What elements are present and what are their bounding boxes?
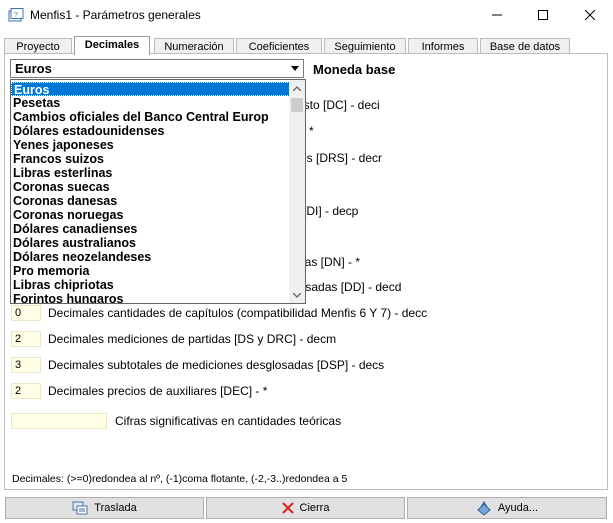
dropdown-option[interactable]: Libras chipriotas xyxy=(11,278,290,292)
currency-dropdown-list[interactable]: Euros Pesetas Cambios oficiales del Banc… xyxy=(10,79,306,304)
currency-dropdown-button[interactable] xyxy=(287,60,303,77)
chevron-down-icon xyxy=(291,66,299,71)
dropdown-option[interactable]: Dólares neozelandeses xyxy=(11,250,290,264)
decc-field[interactable]: 0 xyxy=(11,305,41,321)
tab-coeficientes[interactable]: Coeficientes xyxy=(236,38,322,54)
dropdown-option[interactable]: Coronas danesas xyxy=(11,194,290,208)
partial-label-drs: sos [DRS] - decr xyxy=(294,151,383,165)
ayuda-label: Ayuda... xyxy=(497,502,539,514)
maximize-icon xyxy=(538,10,548,20)
dropdown-option[interactable]: Cambios oficiales del Banco Central Euro… xyxy=(11,110,290,124)
scroll-down-button[interactable] xyxy=(289,287,305,303)
partial-label-dn: das [DN] - * xyxy=(298,255,361,269)
dropdown-option[interactable]: Yenes japoneses xyxy=(11,138,290,152)
dec-label: Decimales precios de auxiliares [DEC] - … xyxy=(48,384,268,398)
currency-select[interactable]: Euros xyxy=(10,59,304,78)
decm-field[interactable]: 2 xyxy=(11,331,41,347)
dropdown-option[interactable]: Dólares australianos xyxy=(11,236,290,250)
dropdown-option[interactable]: Forintos hungaros xyxy=(11,292,290,303)
dropdown-option[interactable]: Pro memoria xyxy=(11,264,290,278)
traslada-button[interactable]: Traslada xyxy=(5,497,204,519)
maximize-button[interactable] xyxy=(520,0,566,30)
tab-seguimiento[interactable]: Seguimiento xyxy=(324,38,406,54)
tab-strip: Proyecto Decimales Numeración Coeficient… xyxy=(4,36,609,55)
tab-informes[interactable]: Informes xyxy=(408,38,478,54)
minimize-button[interactable] xyxy=(474,0,520,30)
dec-field[interactable]: 2 xyxy=(11,383,41,399)
dropdown-option[interactable]: Libras esterlinas xyxy=(11,166,290,180)
scroll-up-button[interactable] xyxy=(289,80,305,96)
decm-label: Decimales mediciones de partidas [DS y D… xyxy=(48,332,337,346)
decs-field[interactable]: 3 xyxy=(11,357,41,373)
currency-selected-value: Euros xyxy=(15,61,52,76)
partial-label-di: [DI] - decp xyxy=(303,204,359,218)
significant-figures-label: Cifras significativas en cantidades teór… xyxy=(115,414,342,428)
close-icon xyxy=(585,10,595,20)
currency-label: Moneda base xyxy=(313,62,396,77)
partial-label-2: * xyxy=(309,124,314,138)
decs-label: Decimales subtotales de mediciones desgl… xyxy=(48,358,385,372)
dropdown-option[interactable]: Coronas suecas xyxy=(11,180,290,194)
svg-text:?: ? xyxy=(14,12,18,19)
traslada-label: Traslada xyxy=(94,502,137,514)
dropdown-option[interactable]: Francos suizos xyxy=(11,152,290,166)
dropdown-option[interactable]: Dólares canadienses xyxy=(11,222,290,236)
chevron-up-icon xyxy=(293,85,301,91)
tab-numeracion[interactable]: Numeración xyxy=(154,38,234,54)
transfer-icon xyxy=(72,501,88,515)
window-title: Menfis1 - Parámetros generales xyxy=(30,8,201,22)
title-bar: ? Menfis1 - Parámetros generales xyxy=(0,0,613,30)
close-x-icon xyxy=(281,502,294,514)
cierra-label: Cierra xyxy=(299,502,330,514)
scrollbar-thumb[interactable] xyxy=(291,98,303,112)
close-button[interactable] xyxy=(567,0,613,30)
chevron-down-icon xyxy=(293,292,301,298)
dropdown-scrollbar[interactable] xyxy=(289,80,305,303)
partial-label-dc: esto [DC] - deci xyxy=(297,98,380,112)
dropdown-option[interactable]: Pesetas xyxy=(11,96,290,110)
dropdown-option[interactable]: Euros xyxy=(11,82,290,96)
tab-proyecto[interactable]: Proyecto xyxy=(4,38,72,54)
partial-label-dd: losadas [DD] - decd xyxy=(296,280,402,294)
cierra-button[interactable]: Cierra xyxy=(206,497,405,519)
app-window-icon: ? xyxy=(8,8,24,22)
dropdown-option[interactable]: Dólares estadounidenses xyxy=(11,124,290,138)
decc-label: Decimales cantidades de capítulos (compa… xyxy=(48,306,428,320)
tab-decimales[interactable]: Decimales xyxy=(74,36,150,55)
dropdown-option[interactable]: Coronas noruegas xyxy=(11,208,290,222)
minimize-icon xyxy=(492,14,502,16)
ayuda-button[interactable]: Ayuda... xyxy=(407,497,607,519)
significant-figures-field[interactable] xyxy=(11,413,107,429)
tab-base-de-datos[interactable]: Base de datos xyxy=(480,38,570,54)
help-icon xyxy=(477,501,491,516)
decimals-footnote: Decimales: (>=0)redondea al nº, (-1)coma… xyxy=(12,473,348,485)
